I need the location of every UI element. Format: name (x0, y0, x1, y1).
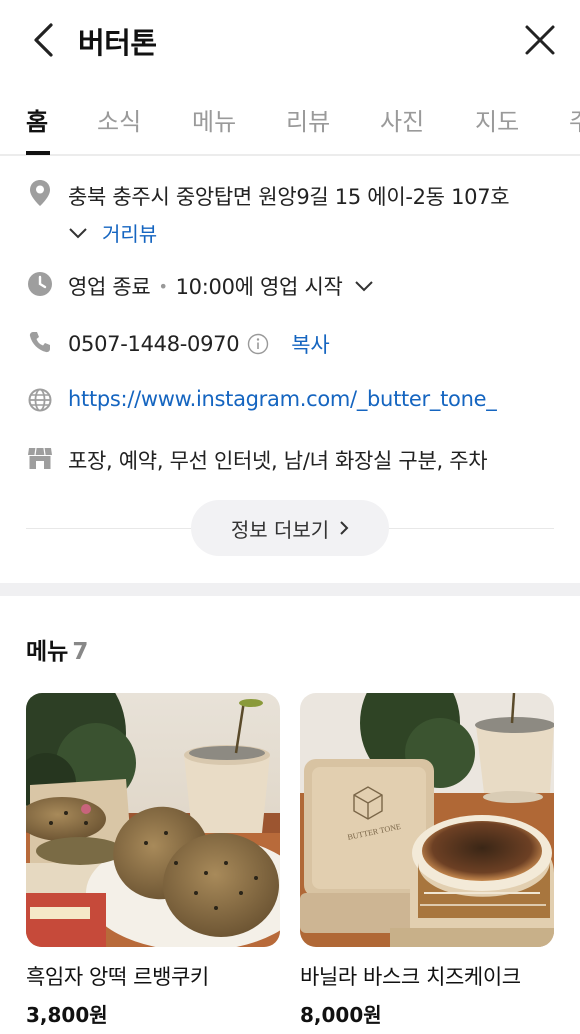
tab-menu[interactable]: 메뉴 (192, 102, 236, 137)
clock-icon (27, 271, 53, 297)
hours-next: 10:00에 영업 시작 (175, 275, 343, 299)
website-link[interactable]: https://www.instagram.com/_butter_tone_ (68, 387, 497, 411)
amenities-text: 포장, 예약, 무선 인터넷, 남/녀 화장실 구분, 주차 (68, 449, 488, 473)
tab-nearby[interactable]: 주 (569, 102, 580, 137)
menu-photo-cheesecake[interactable]: BUTTER TONE (300, 693, 554, 947)
tab-home[interactable]: 홈 (26, 102, 48, 137)
store-icon (27, 445, 53, 471)
menu-card[interactable]: BUTTER TONE 바닐라 바스크 치즈케이크 8,000원 (300, 693, 554, 1027)
close-button[interactable] (518, 18, 562, 62)
chevron-right-icon (340, 521, 349, 535)
address-text: 충북 충주시 중앙탑면 원앙9길 15 에이-2동 107호 (68, 185, 510, 209)
tab-bar: 홈 소식 메뉴 리뷰 사진 지도 주 (0, 84, 580, 156)
info-icon[interactable] (247, 333, 269, 355)
menu-item-price: 8,000원 (300, 1003, 382, 1027)
menu-item-name: 바닐라 바스크 치즈케이크 (300, 965, 521, 989)
menu-title-text: 메뉴 (26, 639, 69, 665)
close-icon (525, 25, 555, 55)
back-button[interactable] (22, 18, 66, 62)
menu-item-name: 흑임자 앙떡 르뱅쿠키 (26, 965, 209, 989)
tab-reviews[interactable]: 리뷰 (286, 102, 330, 137)
more-info-button[interactable]: 정보 더보기 (191, 500, 389, 556)
hours-status: 영업 종료 (68, 275, 151, 299)
chevron-left-icon (34, 23, 53, 57)
chevron-down-icon (69, 227, 87, 238)
separator-dot: • (158, 276, 168, 296)
tab-photos[interactable]: 사진 (380, 102, 424, 137)
phone-icon (27, 329, 53, 355)
street-view-link[interactable]: 거리뷰 (102, 218, 157, 247)
globe-icon (27, 387, 53, 413)
street-view-toggle[interactable]: 거리뷰 (68, 218, 157, 247)
location-pin-icon (27, 180, 53, 206)
phone-number[interactable]: 0507-1448-0970 (68, 332, 240, 356)
menu-section-title: 메뉴 7 (26, 632, 88, 666)
top-bar: 버터톤 (0, 0, 580, 84)
menu-item-price: 3,800원 (26, 1003, 108, 1027)
tab-news[interactable]: 소식 (97, 102, 141, 137)
menu-count: 7 (72, 639, 89, 665)
place-detail-screen: 버터톤 홈 소식 메뉴 리뷰 사진 지도 주 충북 충주시 중앙탑면 원앙9길 … (0, 0, 580, 1034)
chevron-down-icon (355, 281, 374, 292)
copy-button[interactable]: 복사 (291, 329, 329, 359)
menu-photo-cookie[interactable] (26, 693, 280, 947)
tab-map[interactable]: 지도 (475, 102, 519, 137)
more-info-label: 정보 더보기 (230, 517, 330, 542)
menu-card[interactable]: 흑임자 앙떡 르뱅쿠키 3,800원 (26, 693, 280, 1027)
active-tab-indicator (26, 151, 50, 155)
section-separator (0, 583, 580, 596)
page-title: 버터톤 (78, 26, 157, 60)
